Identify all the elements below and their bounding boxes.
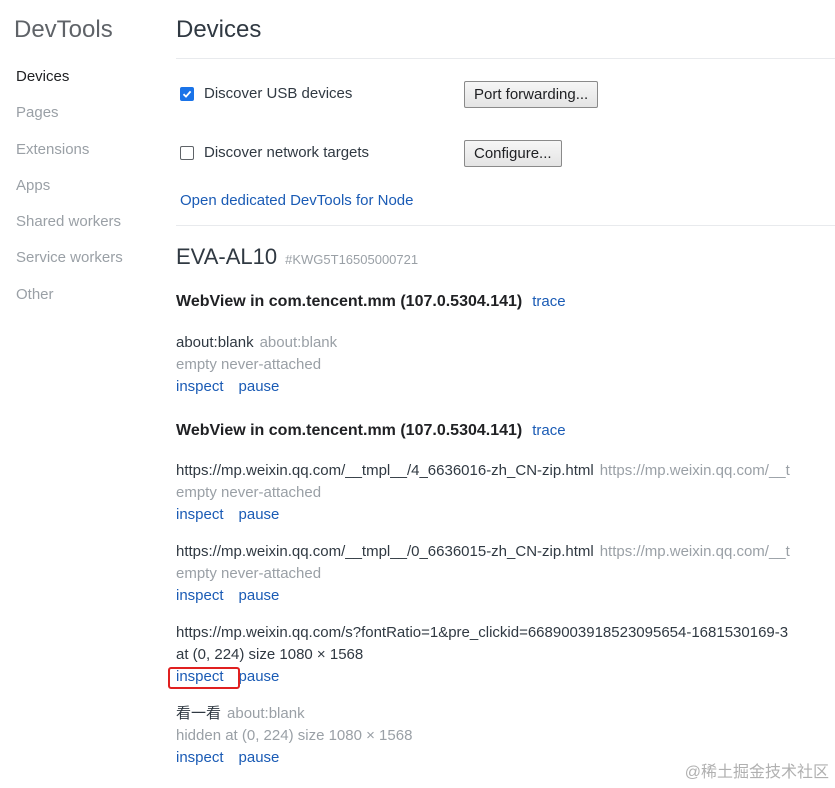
open-node-devtools-link[interactable]: Open dedicated DevTools for Node bbox=[180, 192, 413, 209]
port-forwarding-button[interactable]: Port forwarding... bbox=[464, 81, 599, 108]
target-item: 看一看 about:blank hidden at (0, 224) size 1… bbox=[176, 703, 412, 769]
sidebar-nav: Devices Pages Extensions Apps Shared wor… bbox=[16, 66, 123, 320]
target-description: empty never-attached bbox=[176, 484, 322, 501]
browser-header: WebView in com.tencent.mm (107.0.5304.14… bbox=[176, 293, 566, 311]
inspect-link[interactable]: inspect bbox=[176, 587, 224, 604]
target-item: about:blank about:blank empty never-attac… bbox=[176, 332, 337, 398]
pause-link[interactable]: pause bbox=[239, 749, 280, 766]
target-url: https://mp.weixin.qq.com/__t bbox=[599, 543, 790, 560]
discover-usb-checkbox[interactable] bbox=[180, 86, 194, 101]
trace-link[interactable]: trace bbox=[532, 293, 565, 310]
target-description: empty never-attached bbox=[176, 565, 322, 582]
watermark: @稀土掘金技术社区 bbox=[684, 764, 829, 781]
checkmark-icon bbox=[182, 90, 192, 98]
configure-button[interactable]: Configure... bbox=[464, 140, 562, 167]
target-item: https://mp.weixin.qq.com/__tmpl__/0_6636… bbox=[176, 541, 790, 607]
target-item: https://mp.weixin.qq.com/__tmpl__/4_6636… bbox=[176, 460, 790, 526]
target-name: 看一看 bbox=[176, 705, 222, 722]
target-description: empty never-attached bbox=[176, 356, 322, 373]
sidebar-item-service-workers[interactable]: Service workers bbox=[16, 247, 123, 283]
divider bbox=[176, 225, 835, 226]
target-url: https://mp.weixin.qq.com/__t bbox=[599, 462, 790, 479]
target-name: https://mp.weixin.qq.com/__tmpl__/0_6636… bbox=[176, 543, 594, 560]
page-title: Devices bbox=[176, 16, 262, 43]
target-name: https://mp.weixin.qq.com/s?fontRatio=1&p… bbox=[176, 624, 789, 641]
inspect-link[interactable]: inspect bbox=[176, 668, 224, 685]
inspect-link[interactable]: inspect bbox=[176, 749, 224, 766]
pause-link[interactable]: pause bbox=[239, 587, 280, 604]
device-header: EVA-AL10 #KWG5T16505000721 bbox=[176, 244, 418, 270]
target-item: https://mp.weixin.qq.com/s?fontRatio=1&p… bbox=[176, 622, 788, 688]
target-name: https://mp.weixin.qq.com/__tmpl__/4_6636… bbox=[176, 462, 594, 479]
main-panel: Devices Discover USB devices Port forwar… bbox=[176, 0, 835, 788]
target-url: about:blank bbox=[227, 705, 305, 722]
discover-network-checkbox[interactable] bbox=[180, 145, 194, 160]
sidebar-item-extensions[interactable]: Extensions bbox=[16, 139, 123, 175]
discover-network-label[interactable]: Discover network targets bbox=[204, 144, 369, 161]
browser-name: WebView in com.tencent.mm (107.0.5304.14… bbox=[176, 293, 523, 310]
inspect-link[interactable]: inspect bbox=[176, 378, 224, 395]
device-serial: #KWG5T16505000721 bbox=[285, 252, 419, 267]
pause-link[interactable]: pause bbox=[239, 378, 280, 395]
sidebar-item-pages[interactable]: Pages bbox=[16, 102, 123, 138]
sidebar-title: DevTools bbox=[14, 16, 113, 43]
sidebar-item-apps[interactable]: Apps bbox=[16, 175, 123, 211]
target-url: about:blank bbox=[259, 334, 338, 351]
sidebar-item-devices[interactable]: Devices bbox=[16, 66, 123, 102]
browser-name: WebView in com.tencent.mm (107.0.5304.14… bbox=[176, 422, 523, 439]
pause-link[interactable]: pause bbox=[239, 668, 280, 685]
target-description: hidden at (0, 224) size 1080 × 1568 bbox=[176, 727, 413, 744]
device-model: EVA-AL10 bbox=[176, 244, 278, 269]
discover-usb-row: Discover USB devices bbox=[180, 85, 352, 102]
sidebar-item-shared-workers[interactable]: Shared workers bbox=[16, 211, 123, 247]
sidebar: DevTools Devices Pages Extensions Apps S… bbox=[0, 0, 150, 788]
sidebar-item-other[interactable]: Other bbox=[16, 284, 123, 320]
target-description: at (0, 224) size 1080 × 1568 bbox=[176, 646, 364, 663]
target-name: about:blank bbox=[176, 334, 254, 351]
trace-link[interactable]: trace bbox=[532, 422, 565, 439]
inspect-link[interactable]: inspect bbox=[176, 506, 224, 523]
discover-usb-label[interactable]: Discover USB devices bbox=[204, 85, 352, 102]
browser-header: WebView in com.tencent.mm (107.0.5304.14… bbox=[176, 422, 566, 440]
pause-link[interactable]: pause bbox=[239, 506, 280, 523]
discover-network-row: Discover network targets bbox=[180, 144, 369, 161]
divider bbox=[176, 58, 835, 59]
